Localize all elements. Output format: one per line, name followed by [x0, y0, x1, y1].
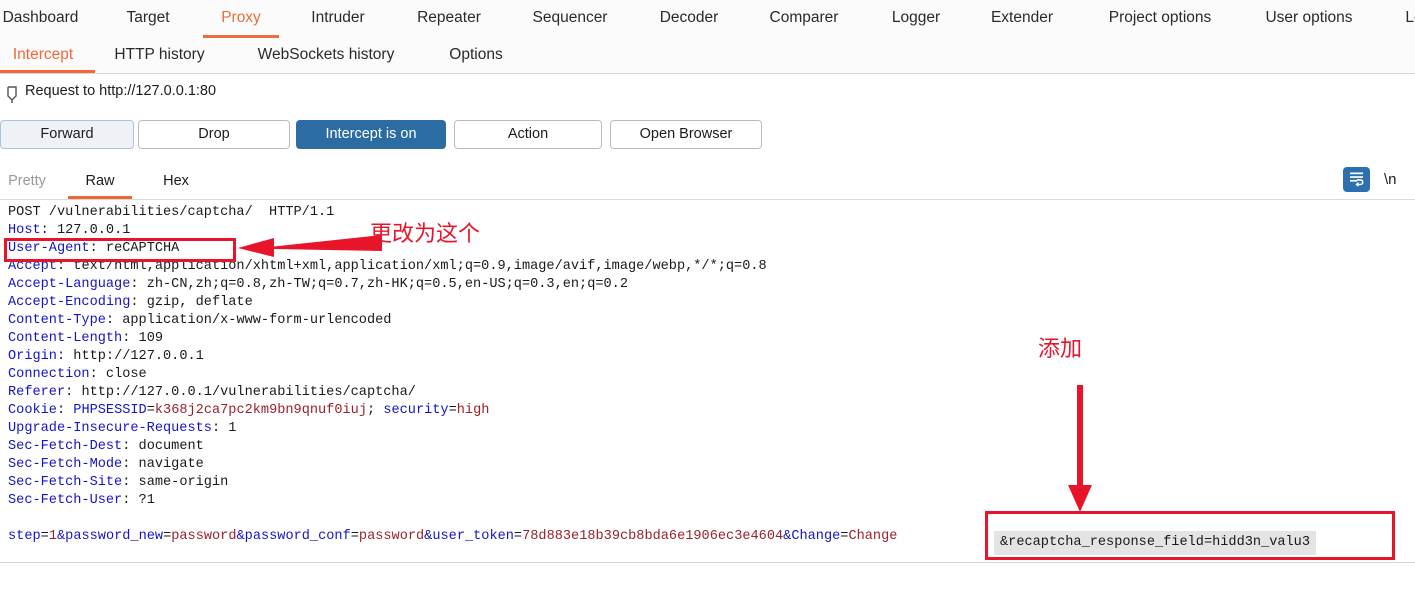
main-tab-user-options[interactable]: User options [1249, 0, 1369, 38]
change-annotation-arrow [238, 235, 382, 257]
main-tab-target[interactable]: Target [98, 0, 198, 38]
header-origin: Origin: http://127.0.0.1 [8, 349, 204, 364]
main-tab-proxy[interactable]: Proxy [203, 0, 279, 38]
request-target-row: Request to http://127.0.0.1:80 [0, 82, 1415, 116]
request-target-text: Request to http://127.0.0.1:80 [25, 83, 217, 99]
open-browser-button[interactable]: Open Browser [610, 120, 762, 149]
header-sec-fetch-user: Sec-Fetch-User: ?1 [8, 493, 155, 508]
header-connection: Connection: close [8, 367, 147, 382]
proxy-sub-tab-websockets-history[interactable]: WebSockets history [240, 38, 412, 73]
header-cookie: Cookie: PHPSESSID=k368j2ca7pc2km9bn9qnuf… [8, 403, 490, 418]
header-referer: Referer: http://127.0.0.1/vulnerabilitie… [8, 385, 416, 400]
burp-suite-proxy-window: Dashboard Target Proxy Intruder Repeater Sequ… [0, 0, 1415, 605]
main-tab-extender[interactable]: Extender [971, 0, 1073, 38]
forward-button[interactable]: Forward [0, 120, 134, 149]
main-tab-intruder[interactable]: Intruder [288, 0, 388, 38]
action-button[interactable]: Action [454, 120, 602, 149]
header-sec-fetch-site: Sec-Fetch-Site: same-origin [8, 475, 229, 490]
header-content-type: Content-Type: application/x-www-form-url… [8, 313, 392, 328]
intercept-toggle[interactable]: Intercept is on [296, 120, 446, 149]
message-view-tab-hex[interactable]: Hex [146, 166, 206, 199]
header-sec-fetch-mode: Sec-Fetch-Mode: navigate [8, 457, 204, 472]
proxy-sub-tab-bar: Intercept HTTP history WebSockets history O… [0, 38, 1415, 74]
proxy-sub-tab-http-history[interactable]: HTTP history [103, 38, 216, 73]
main-tab-le[interactable]: Le [1394, 0, 1415, 38]
add-annotation-arrow [1068, 385, 1092, 512]
message-view-tab-pretty[interactable]: Pretty [0, 166, 60, 199]
proxy-sub-tab-options[interactable]: Options [436, 38, 516, 73]
main-tab-comparer[interactable]: Comparer [750, 0, 858, 38]
header-upgrade-insecure-requests: Upgrade-Insecure-Requests: 1 [8, 421, 237, 436]
request-line: POST /vulnerabilities/captcha/ HTTP/1.1 [8, 205, 335, 220]
added-param-text: &recaptcha_response_field=hidd3n_valu3 [994, 531, 1316, 555]
main-tab-bar: Dashboard Target Proxy Intruder Repeater Sequ… [0, 0, 1415, 39]
header-accept-language: Accept-Language: zh-CN,zh;q=0.8,zh-TW;q=… [8, 277, 629, 292]
header-sec-fetch-dest: Sec-Fetch-Dest: document [8, 439, 204, 454]
main-tab-repeater[interactable]: Repeater [396, 0, 502, 38]
message-view-tab-raw[interactable]: Raw [68, 166, 132, 199]
main-tab-decoder[interactable]: Decoder [641, 0, 737, 38]
request-body-line: step=1&password_new=password&password_co… [8, 529, 898, 544]
location-pin-icon [4, 85, 22, 105]
add-annotation-label: 添加 [1038, 337, 1083, 362]
main-tab-logger[interactable]: Logger [874, 0, 958, 38]
message-view-tab-bar: Pretty Raw Hex [0, 166, 1415, 200]
main-tab-project-options[interactable]: Project options [1087, 0, 1233, 38]
newline-toggle[interactable]: \n [1384, 171, 1397, 188]
main-tab-dashboard[interactable]: Dashboard [0, 0, 93, 38]
drop-button[interactable]: Drop [138, 120, 290, 149]
editor-bottom-divider [0, 562, 1415, 563]
word-wrap-icon[interactable] [1343, 167, 1370, 192]
main-tab-sequencer[interactable]: Sequencer [512, 0, 628, 38]
change-annotation-label: 更改为这个 [370, 222, 481, 247]
proxy-sub-tab-intercept[interactable]: Intercept [0, 38, 95, 73]
user-agent-highlight-box [4, 238, 236, 262]
header-content-length: Content-Length: 109 [8, 331, 164, 346]
header-accept-encoding: Accept-Encoding: gzip, deflate [8, 295, 253, 310]
